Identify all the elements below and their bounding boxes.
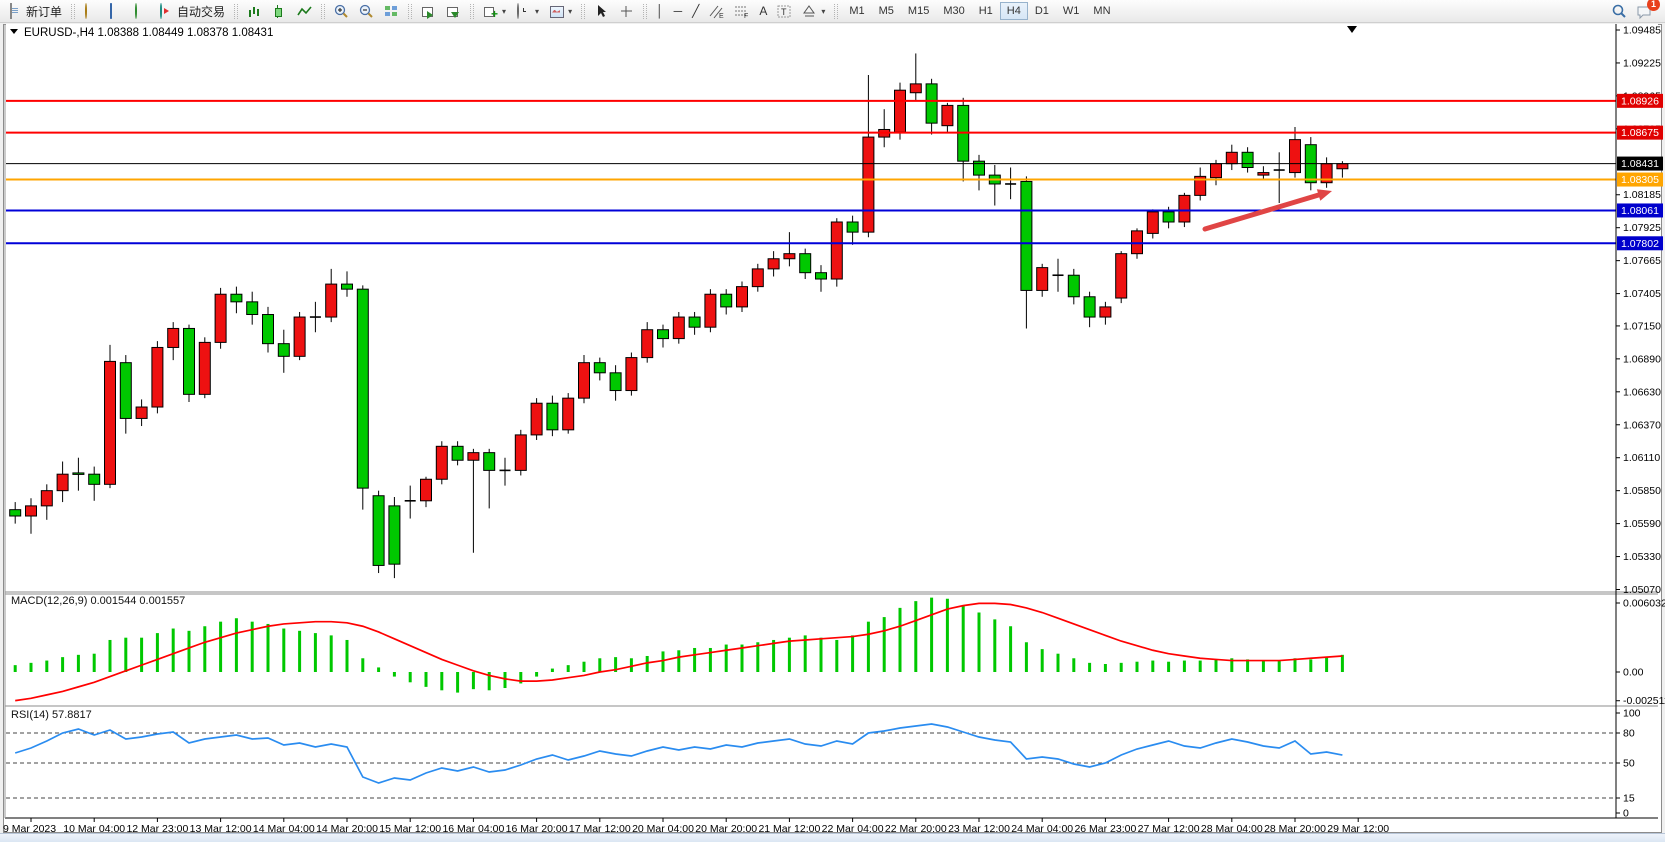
svg-text:0.00: 0.00 xyxy=(1623,667,1644,679)
svg-text:0.006032: 0.006032 xyxy=(1623,597,1665,609)
svg-text:1.07925: 1.07925 xyxy=(1623,222,1661,234)
svg-text:1.06370: 1.06370 xyxy=(1623,419,1661,431)
svg-text:1.05590: 1.05590 xyxy=(1623,518,1661,530)
svg-text:1.05070: 1.05070 xyxy=(1623,584,1661,596)
svg-text:1.09225: 1.09225 xyxy=(1623,57,1661,69)
svg-text:1.08926: 1.08926 xyxy=(1621,95,1659,107)
svg-text:1.08675: 1.08675 xyxy=(1621,127,1659,139)
svg-text:1.07665: 1.07665 xyxy=(1623,255,1661,267)
price-level-label: 1.08926 xyxy=(1617,94,1663,108)
symbol-ohlc-label: EURUSD-,H4 1.08388 1.08449 1.08378 1.084… xyxy=(24,27,273,39)
svg-text:1.06890: 1.06890 xyxy=(1623,353,1661,365)
price-level-label: 1.08675 xyxy=(1617,126,1663,140)
svg-text:1.08061: 1.08061 xyxy=(1621,205,1659,217)
price-level-label: 1.08061 xyxy=(1617,203,1663,217)
svg-text:0: 0 xyxy=(1623,808,1629,820)
svg-text:100: 100 xyxy=(1623,708,1641,720)
svg-text:1.08185: 1.08185 xyxy=(1623,189,1661,201)
macd-label: MACD(12,26,9) 0.001544 0.001557 xyxy=(11,595,185,607)
chart-title: EURUSD-,H4 1.08388 1.08449 1.08378 1.084… xyxy=(10,27,273,39)
svg-text:1.05330: 1.05330 xyxy=(1623,551,1661,563)
price-level-label: 1.08305 xyxy=(1617,173,1663,187)
svg-text:1.09485: 1.09485 xyxy=(1623,25,1661,37)
svg-text:80: 80 xyxy=(1623,728,1635,740)
price-level-label: 1.08431 xyxy=(1617,157,1663,171)
svg-text:1.06630: 1.06630 xyxy=(1623,386,1661,398)
rsi-label: RSI(14) 57.8817 xyxy=(11,709,92,721)
svg-text:15: 15 xyxy=(1623,793,1635,805)
price-level-label: 1.07802 xyxy=(1617,236,1663,250)
svg-text:1.07802: 1.07802 xyxy=(1621,238,1659,250)
svg-text:1.08431: 1.08431 xyxy=(1621,158,1659,170)
price-chart[interactable]: 1.094851.092251.089651.087051.081851.079… xyxy=(0,0,1665,842)
svg-text:1.08305: 1.08305 xyxy=(1621,174,1659,186)
status-bar xyxy=(0,833,1665,842)
svg-text:50: 50 xyxy=(1623,758,1635,770)
svg-text:1.06110: 1.06110 xyxy=(1623,452,1660,464)
svg-text:1.05850: 1.05850 xyxy=(1623,485,1661,497)
svg-text:1.07405: 1.07405 xyxy=(1623,288,1661,300)
svg-text:1.07150: 1.07150 xyxy=(1623,320,1661,332)
svg-text:-0.002511: -0.002511 xyxy=(1623,695,1665,707)
